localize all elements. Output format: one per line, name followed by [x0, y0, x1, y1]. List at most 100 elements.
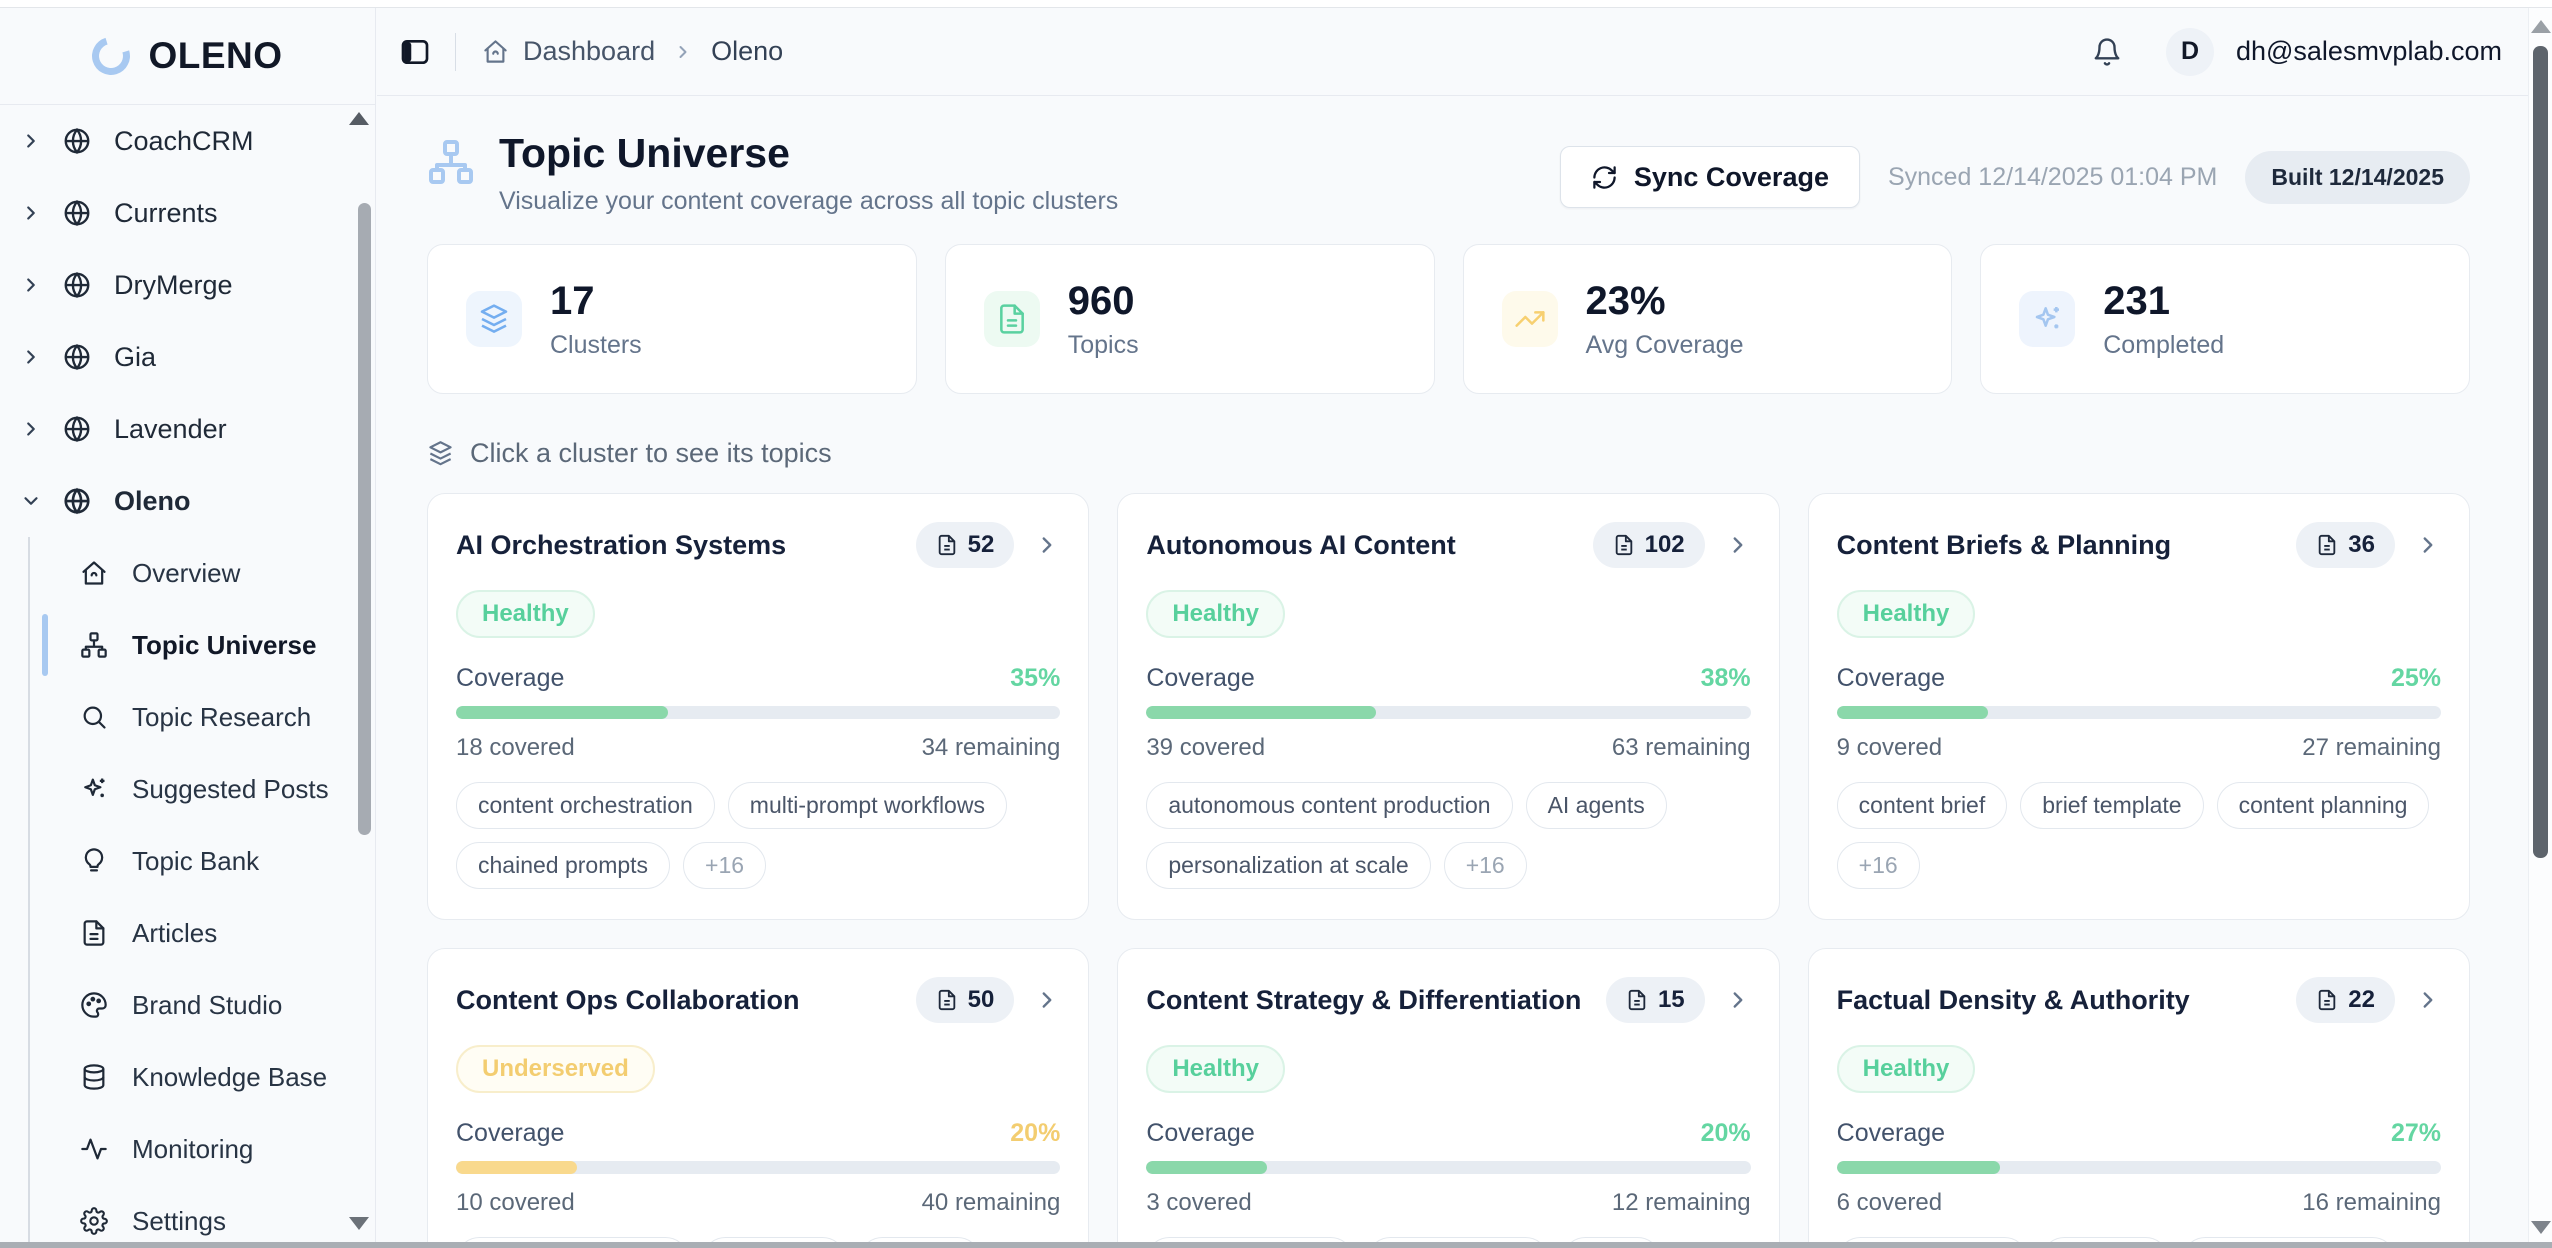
coverage-bar [1837, 706, 2441, 719]
topbar-divider [455, 33, 456, 71]
breadcrumb-dashboard[interactable]: Dashboard [523, 36, 655, 67]
sidebar-item-articles[interactable]: Articles [30, 897, 375, 969]
page-scrollbar[interactable] [2528, 8, 2552, 1242]
chevron-right-icon [673, 42, 693, 62]
sidebar-item-brand-studio[interactable]: Brand Studio [30, 969, 375, 1041]
sidebar-item-label: Topic Universe [132, 630, 316, 661]
stat-value: 960 [1068, 279, 1139, 324]
sidebar-item-monitoring[interactable]: Monitoring [30, 1113, 375, 1185]
cluster-card[interactable]: Autonomous AI Content 102 Healthy Covera… [1117, 493, 1779, 920]
chevron-right-icon[interactable] [2415, 987, 2441, 1013]
sidebar-item-oleno[interactable]: Oleno [0, 465, 375, 537]
sidebar-item-drymerge[interactable]: DryMerge [0, 249, 375, 321]
coverage-bar [456, 1161, 1060, 1174]
sidebar-item-suggested-posts[interactable]: Suggested Posts [30, 753, 375, 825]
chevron-down-icon [20, 490, 42, 512]
cluster-card[interactable]: Content Strategy & Differentiation 15 He… [1117, 948, 1779, 1242]
workspace-label: Lavender [114, 414, 227, 445]
cluster-name: Content Ops Collaboration [456, 985, 800, 1016]
sidebar-item-overview[interactable]: Overview [30, 537, 375, 609]
coverage-label: Coverage [456, 1119, 564, 1148]
sidebar-scroll-up-arrow[interactable] [349, 112, 369, 125]
layers-icon [466, 291, 522, 347]
sidebar-item-label: Monitoring [132, 1134, 253, 1165]
window-bottom-edge [0, 1242, 2552, 1248]
covered-count: 6 covered [1837, 1189, 1942, 1217]
coverage-percent: 20% [1010, 1119, 1060, 1148]
doc-count-badge: 36 [2296, 522, 2395, 568]
sidebar-item-topic-universe[interactable]: Topic Universe [30, 609, 375, 681]
cluster-card[interactable]: Content Briefs & Planning 36 Healthy Cov… [1808, 493, 2470, 920]
coverage-bar-fill [1146, 706, 1376, 719]
home-icon[interactable] [482, 38, 509, 65]
topbar: Dashboard Oleno D dh@salesmvplab.com [377, 8, 2528, 96]
cluster-hint-text: Click a cluster to see its topics [470, 438, 832, 469]
tag-list: autonomous content production AI agents … [1146, 782, 1750, 889]
tag: multi-prompt workflows [728, 782, 1007, 829]
workspace-label: Oleno [114, 486, 191, 517]
synced-timestamp: Synced 12/14/2025 01:04 PM [1888, 163, 2217, 192]
status-badge: Underserved [456, 1045, 655, 1093]
remaining-count: 40 remaining [922, 1189, 1061, 1217]
coverage-label: Coverage [1837, 1119, 1945, 1148]
cluster-card[interactable]: Factual Density & Authority 22 Healthy C… [1808, 948, 2470, 1242]
workspace-label: Currents [114, 198, 218, 229]
sidebar-item-label: Knowledge Base [132, 1062, 327, 1093]
coverage-label: Coverage [1146, 1119, 1254, 1148]
sidebar-item-settings[interactable]: Settings [30, 1185, 375, 1242]
chevron-right-icon [20, 202, 42, 224]
stat-card-avg-coverage: 23% Avg Coverage [1463, 244, 1953, 394]
sidebar-item-coachcrm[interactable]: CoachCRM [0, 105, 375, 177]
chevron-right-icon[interactable] [1034, 987, 1060, 1013]
page-scrollbar-thumb[interactable] [2533, 46, 2548, 858]
sidebar-item-currents[interactable]: Currents [0, 177, 375, 249]
coverage-percent: 38% [1701, 664, 1751, 693]
doc-count: 50 [968, 986, 995, 1014]
built-badge: Built 12/14/2025 [2245, 151, 2470, 204]
cluster-card[interactable]: AI Orchestration Systems 52 Healthy Cove… [427, 493, 1089, 920]
home-icon [80, 559, 108, 587]
sidebar-item-topic-bank[interactable]: Topic Bank [30, 825, 375, 897]
chevron-right-icon[interactable] [1725, 987, 1751, 1013]
doc-count-badge: 22 [2296, 977, 2395, 1023]
sidebar-item-gia[interactable]: Gia [0, 321, 375, 393]
stat-label: Completed [2103, 331, 2224, 360]
sidebar-item-label: Topic Bank [132, 846, 259, 877]
doc-count: 52 [968, 531, 995, 559]
bell-icon[interactable] [2092, 37, 2122, 67]
tag: chained prompts [456, 842, 670, 889]
status-badge: Healthy [1837, 590, 1976, 638]
page-header: Topic Universe Visualize your content co… [427, 130, 2470, 216]
chevron-right-icon[interactable] [1034, 532, 1060, 558]
globe-icon [62, 414, 92, 444]
file-text-icon [80, 919, 108, 947]
chevron-right-icon[interactable] [1725, 532, 1751, 558]
oleno-submenu: Overview Topic Universe Topic Research S… [28, 537, 375, 1242]
page-title: Topic Universe [499, 130, 1118, 177]
covered-count: 39 covered [1146, 734, 1265, 762]
sidebar-scroll-down-arrow[interactable] [349, 1217, 369, 1230]
user-email[interactable]: dh@salesmvplab.com [2236, 36, 2502, 67]
tag: content planning [2217, 782, 2430, 829]
coverage-percent: 35% [1010, 664, 1060, 693]
doc-count: 22 [2348, 986, 2375, 1014]
chevron-right-icon[interactable] [2415, 532, 2441, 558]
scroll-down-arrow[interactable] [2531, 1221, 2551, 1234]
scroll-up-arrow[interactable] [2531, 20, 2551, 33]
sidebar-item-topic-research[interactable]: Topic Research [30, 681, 375, 753]
status-badge: Healthy [1146, 1045, 1285, 1093]
cluster-name: AI Orchestration Systems [456, 530, 786, 561]
sidebar-item-label: Topic Research [132, 702, 311, 733]
globe-icon [62, 198, 92, 228]
sidebar-scrollbar-thumb[interactable] [358, 203, 371, 835]
sidebar-toggle-button[interactable] [399, 36, 431, 68]
sidebar-item-knowledge-base[interactable]: Knowledge Base [30, 1041, 375, 1113]
tag: brief template [2020, 782, 2203, 829]
remaining-count: 16 remaining [2302, 1189, 2441, 1217]
cluster-card[interactable]: Content Ops Collaboration 50 Underserved… [427, 948, 1089, 1242]
coverage-percent: 20% [1701, 1119, 1751, 1148]
status-badge: Healthy [1837, 1045, 1976, 1093]
sidebar-item-lavender[interactable]: Lavender [0, 393, 375, 465]
avatar[interactable]: D [2166, 28, 2214, 76]
sync-coverage-button[interactable]: Sync Coverage [1560, 146, 1860, 208]
